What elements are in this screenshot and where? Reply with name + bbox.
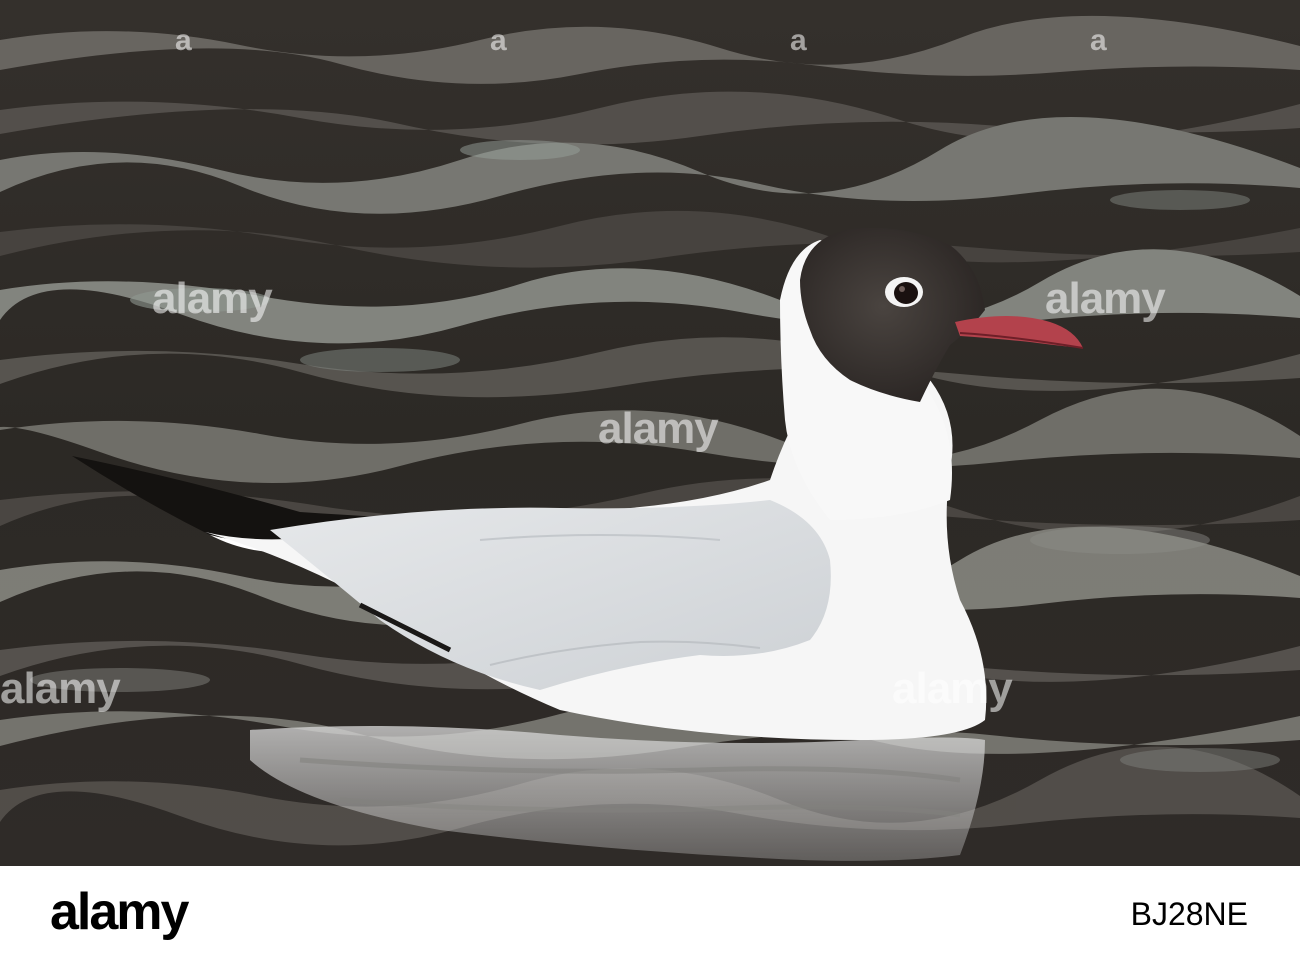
stock-photo: a a a a alamy alamy alamy alamy alamy: [0, 0, 1300, 866]
watermark-alamy: alamy: [0, 664, 121, 713]
watermark-alamy: alamy: [152, 274, 273, 323]
watermark-alamy: alamy: [598, 404, 719, 453]
watermark-dot: a: [175, 24, 192, 57]
watermark-alamy: alamy: [892, 664, 1013, 713]
watermark-alamy: alamy: [1045, 274, 1166, 323]
watermark-dot: a: [490, 24, 507, 57]
footer-brand-logo: alamy: [50, 883, 189, 941]
watermark-dot: a: [1090, 24, 1107, 57]
footer-bar: alamy BJ28NE: [0, 866, 1300, 956]
footer-stock-id: BJ28NE: [1130, 896, 1248, 932]
watermark-dot: a: [790, 24, 807, 57]
